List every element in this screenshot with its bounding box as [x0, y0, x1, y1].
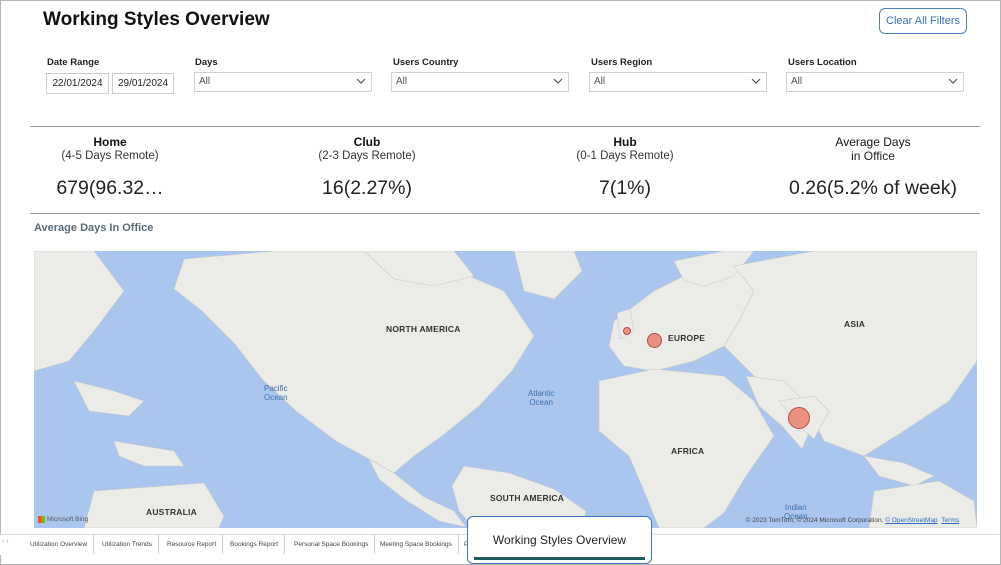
- attribution-text: © 2023 TomTom, © 2024 Microsoft Corporat…: [745, 517, 884, 524]
- tab-personal-space-bookings[interactable]: Personal Space Bookings: [288, 535, 376, 554]
- page-title: Working Styles Overview: [43, 9, 270, 30]
- tab-bookings-report[interactable]: Bookings Report: [224, 535, 286, 554]
- days-label: Days: [195, 57, 218, 68]
- kpi-home: Home (4-5 Days Remote) 679(96.32…: [0, 135, 220, 200]
- world-map[interactable]: NORTH AMERICA EUROPE ASIA AFRICA SOUTH A…: [34, 251, 977, 528]
- label-europe: EUROPE: [668, 333, 706, 343]
- map-title: Average Days In Office: [34, 222, 154, 234]
- label-asia: ASIA: [844, 319, 866, 329]
- kpi-hub: Hub (0-1 Days Remote) 7(1%): [515, 135, 735, 200]
- kpi-title: Hub: [613, 135, 637, 149]
- users-region-value: All: [594, 76, 606, 87]
- date-range-label: Date Range: [47, 57, 100, 68]
- openstreetmap-link[interactable]: © OpenStreetMap: [885, 517, 937, 524]
- label-pacific-ocean: Pacific Ocean: [264, 384, 288, 402]
- ocean-line: Indian: [784, 503, 807, 512]
- tab-meeting-space-bookings[interactable]: Meeting Space Bookings: [374, 535, 459, 554]
- users-country-value: All: [396, 76, 408, 87]
- kpi-title: Club: [353, 135, 381, 149]
- kpi-value: 16(2.27%): [322, 177, 412, 199]
- map-attribution: © 2023 TomTom, © 2024 Microsoft Corporat…: [746, 517, 959, 524]
- users-region-dropdown[interactable]: All: [589, 72, 767, 92]
- map-land: [34, 251, 977, 528]
- active-tab-underline: [474, 557, 645, 560]
- kpi-divider-top: [30, 126, 980, 127]
- ocean-line: Ocean: [529, 398, 553, 407]
- users-location-label: Users Location: [788, 57, 857, 68]
- label-north-america: NORTH AMERICA: [386, 324, 461, 334]
- active-tab-label: Working Styles Overview: [492, 533, 627, 547]
- map-bubble-europe[interactable]: [647, 333, 662, 348]
- date-start-input[interactable]: 22/01/2024: [46, 73, 109, 94]
- kpi-title: Home: [93, 135, 127, 149]
- tab-scroll-arrows[interactable]: ‹ ›: [2, 538, 9, 545]
- kpi-value: 679(96.32…: [56, 177, 164, 199]
- tab-resource-report[interactable]: Resource Report: [161, 535, 224, 554]
- kpi-value: 0.26(5.2% of week): [788, 177, 957, 199]
- ocean-line: Ocean: [264, 393, 288, 402]
- users-location-dropdown[interactable]: All: [786, 72, 964, 92]
- days-dropdown[interactable]: All: [194, 72, 372, 92]
- map-bubble-india[interactable]: [788, 407, 810, 429]
- users-location-value: All: [791, 76, 803, 87]
- microsoft-logo-icon: [38, 516, 45, 523]
- terms-link[interactable]: Terms: [941, 517, 959, 524]
- kpi-club: Club (2-3 Days Remote) 16(2.27%): [257, 135, 477, 200]
- tab-utilization-overview[interactable]: Utilization Overview: [24, 535, 95, 554]
- label-south-america: SOUTH AMERICA: [490, 493, 565, 503]
- kpi-average-days: Average Days in Office 0.26(5.2% of week…: [763, 135, 983, 200]
- kpi-divider-bottom: [30, 213, 980, 214]
- chevron-down-icon: [948, 78, 958, 84]
- clear-all-filters-button[interactable]: Clear All Filters: [879, 8, 967, 34]
- bing-attribution: Microsoft Bing: [38, 516, 88, 523]
- kpi-subtitle: (0-1 Days Remote): [576, 150, 674, 162]
- tab-utilization-trends[interactable]: Utilization Trends: [96, 535, 159, 554]
- kpi-subtitle: in Office: [851, 149, 895, 163]
- chevron-down-icon: [553, 78, 563, 84]
- kpi-subtitle: (4-5 Days Remote): [61, 150, 159, 162]
- days-value: All: [199, 76, 211, 87]
- ocean-line: Atlantic: [528, 389, 555, 398]
- label-atlantic-ocean: Atlantic Ocean: [528, 389, 554, 407]
- kpi-title: Average Days: [835, 135, 911, 149]
- date-end-input[interactable]: 29/01/2024: [112, 73, 174, 94]
- chevron-down-icon: [356, 78, 366, 84]
- provider-text: Microsoft Bing: [47, 516, 89, 523]
- kpi-value: 7(1%): [598, 177, 652, 199]
- users-region-label: Users Region: [591, 57, 653, 68]
- map-bubble-uk[interactable]: [623, 327, 631, 335]
- users-country-dropdown[interactable]: All: [391, 72, 569, 92]
- tab-working-styles-overview[interactable]: Working Styles Overview: [467, 516, 652, 564]
- label-africa: AFRICA: [671, 446, 705, 456]
- label-australia: AUSTRALIA: [146, 507, 197, 517]
- kpi-subtitle: (2-3 Days Remote): [318, 150, 416, 162]
- chevron-down-icon: [751, 78, 761, 84]
- ocean-line: Pacific: [264, 384, 288, 393]
- users-country-label: Users Country: [393, 57, 459, 68]
